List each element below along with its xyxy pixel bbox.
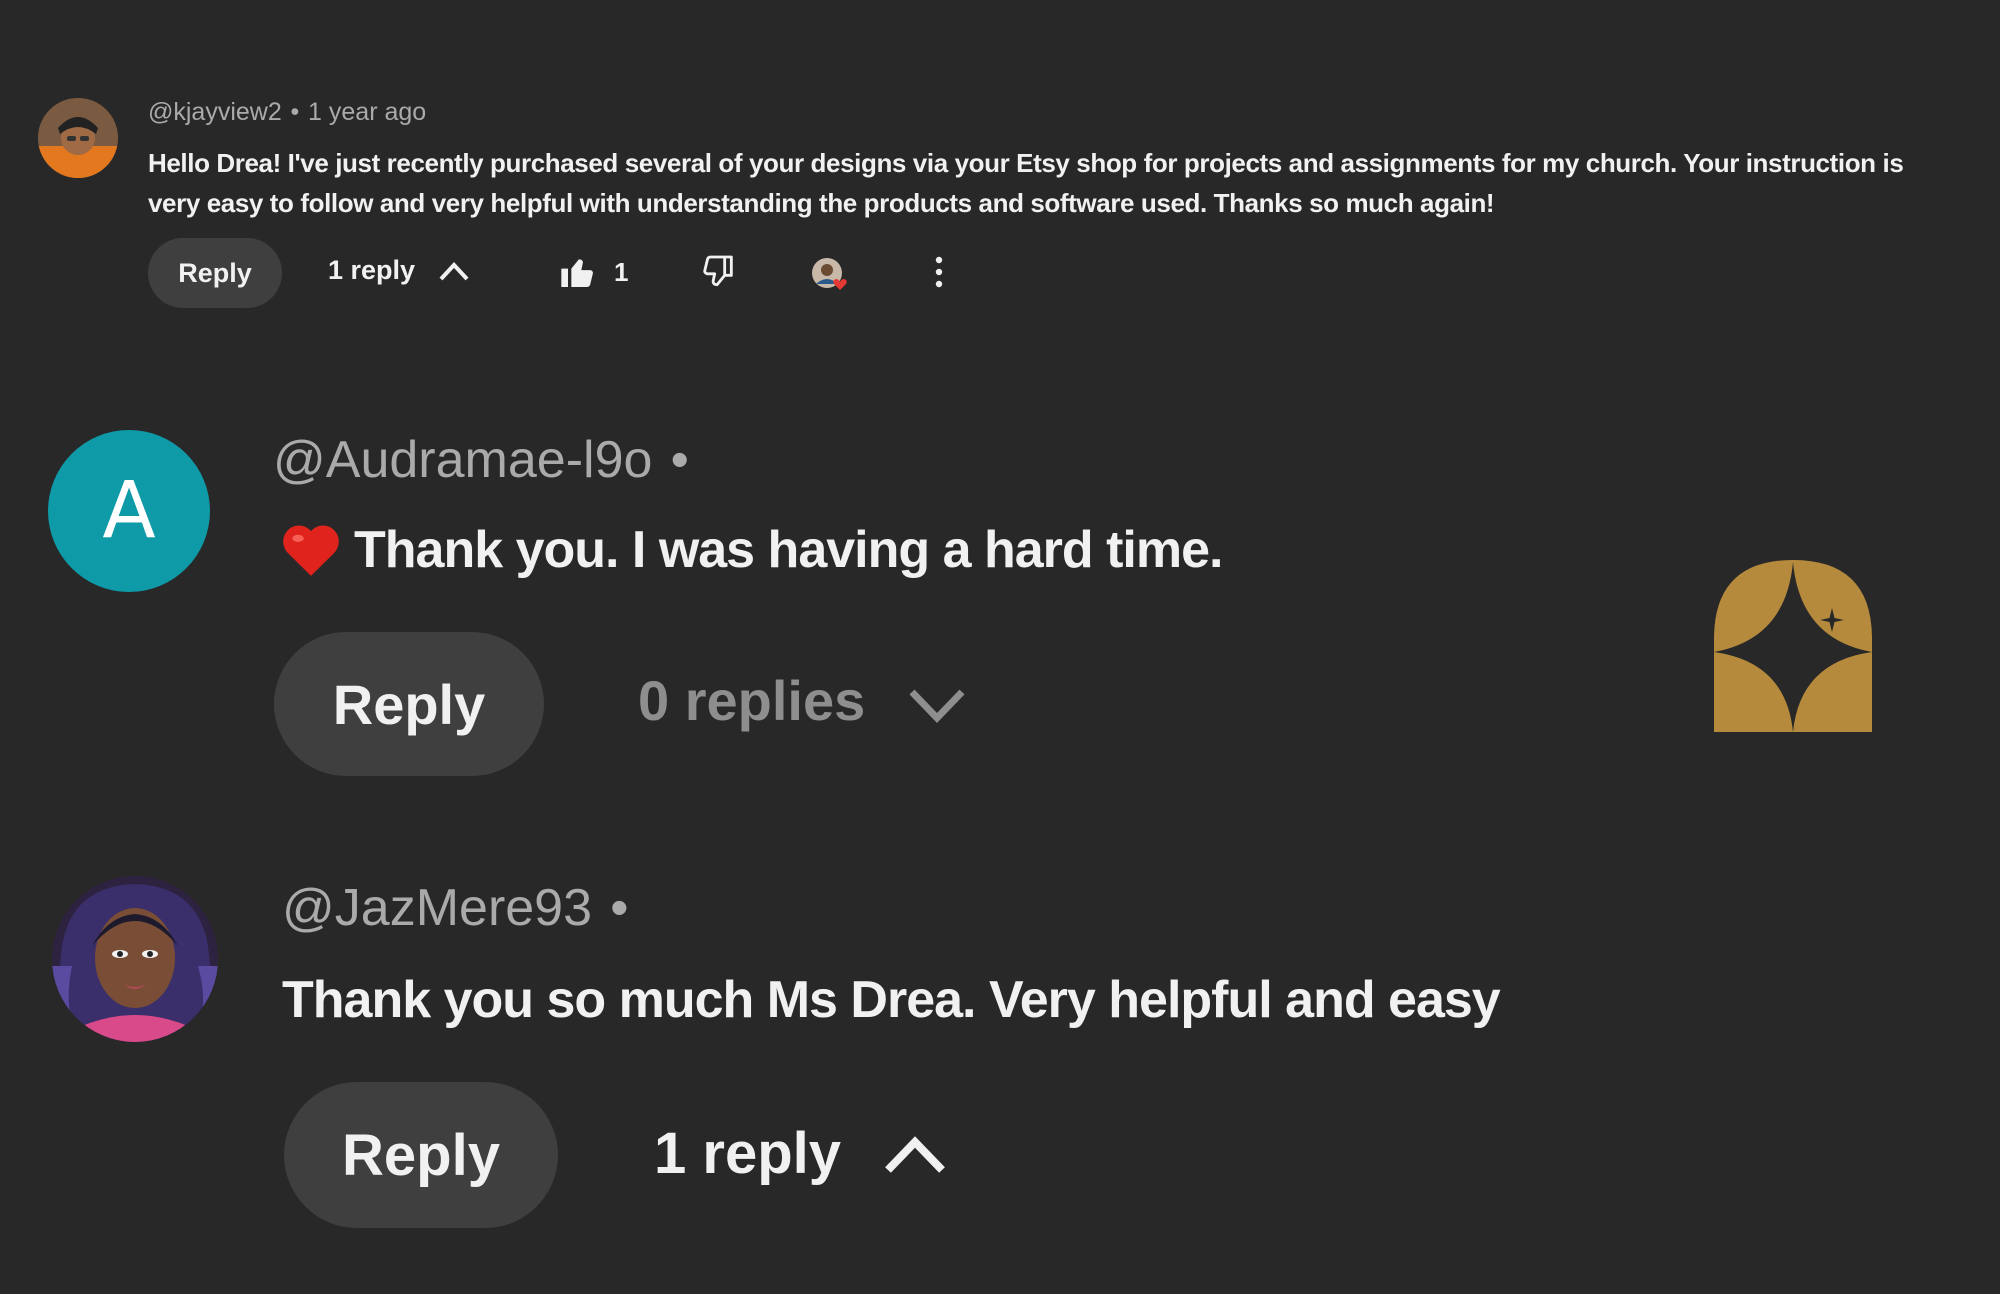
comment-author[interactable]: @kjayview2 bbox=[148, 98, 282, 126]
more-actions-button[interactable] bbox=[932, 254, 946, 290]
sparkle-badge-icon bbox=[1714, 560, 1872, 732]
user-photo-icon bbox=[52, 876, 218, 1042]
thumbs-up-icon bbox=[561, 259, 593, 287]
comment-meta: @JazMere93 • bbox=[282, 878, 647, 938]
avatar[interactable] bbox=[52, 876, 218, 1042]
chevron-up-icon bbox=[439, 261, 469, 280]
meta-separator: • bbox=[670, 431, 689, 489]
like-button[interactable]: 1 bbox=[558, 252, 628, 292]
comment-meta: @kjayview2 • 1 year ago bbox=[148, 98, 426, 127]
creator-heart-icon bbox=[812, 258, 847, 290]
more-vert-icon bbox=[935, 256, 943, 288]
comment-author[interactable]: @Audramae-l9o bbox=[273, 431, 652, 489]
creator-heart-badge bbox=[810, 256, 848, 294]
comment-text: Thank you so much Ms Drea. Very helpful … bbox=[282, 971, 1501, 1029]
avatar[interactable] bbox=[38, 98, 118, 178]
red-heart-emoji-icon bbox=[283, 525, 339, 576]
thumbs-down-icon bbox=[703, 255, 733, 287]
like-count: 1 bbox=[614, 256, 629, 287]
dislike-button[interactable] bbox=[698, 252, 738, 292]
avatar[interactable]: A bbox=[48, 430, 210, 592]
replies-count-label: 0 replies bbox=[638, 669, 866, 732]
user-photo-icon bbox=[38, 98, 118, 178]
replies-count-label: 1 reply bbox=[328, 255, 416, 285]
reply-button[interactable]: Reply bbox=[274, 632, 544, 776]
replies-count-label: 1 reply bbox=[654, 1121, 841, 1186]
chevron-up-icon bbox=[885, 1135, 945, 1173]
sparkle-badge bbox=[1714, 560, 1872, 732]
comment-text: Thank you. I was having a hard time. bbox=[354, 521, 1223, 579]
comment-meta: @Audramae-l9o • bbox=[273, 430, 707, 490]
chevron-down-icon bbox=[909, 689, 965, 723]
reply-button[interactable]: Reply bbox=[148, 238, 282, 308]
replies-toggle-button[interactable]: 0 replies bbox=[638, 668, 967, 733]
comment-author[interactable]: @JazMere93 bbox=[282, 879, 592, 937]
replies-toggle-button[interactable]: 1 reply bbox=[328, 255, 471, 286]
meta-separator: • bbox=[290, 98, 300, 126]
comment-text: Hello Drea! I've just recently purchased… bbox=[148, 148, 1904, 218]
comment-text-row: Thank you. I was having a hard time. bbox=[280, 520, 1223, 580]
meta-separator: • bbox=[610, 879, 629, 937]
comment-time[interactable]: 1 year ago bbox=[308, 98, 426, 126]
reply-button[interactable]: Reply bbox=[284, 1082, 558, 1228]
replies-toggle-button[interactable]: 1 reply bbox=[654, 1120, 947, 1187]
